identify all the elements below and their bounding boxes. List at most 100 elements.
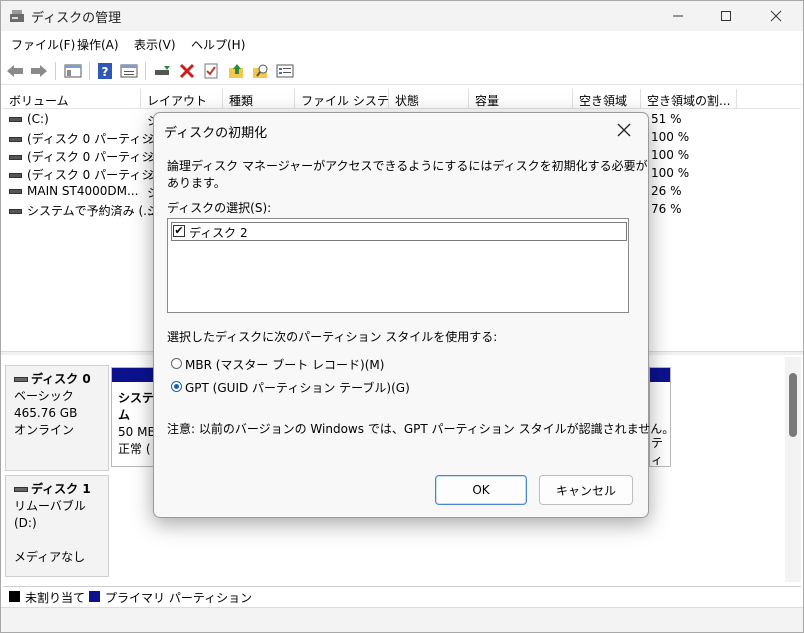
- forward-arrow-icon: [31, 65, 47, 77]
- disk-1-label[interactable]: ディスク 1 リムーバブル (D:) メディアなし: [5, 475, 109, 577]
- toolbar: ?: [1, 57, 803, 85]
- mbr-radio[interactable]: [171, 358, 182, 369]
- gpt-label: GPT (GUID パーティション テーブル)(G): [185, 381, 410, 395]
- volume-name: システムで予約済み (...: [9, 202, 155, 219]
- close-window-button[interactable]: [753, 1, 799, 31]
- open-folder-button[interactable]: [227, 61, 247, 81]
- scrollbar-thumb[interactable]: [789, 373, 797, 437]
- menu-file[interactable]: ファイル(F): [11, 36, 75, 53]
- dialog-close-button[interactable]: [610, 118, 638, 142]
- console-list-icon: [276, 64, 294, 78]
- forward-button[interactable]: [29, 61, 49, 81]
- menu-action[interactable]: 操作(A): [77, 36, 119, 53]
- status-bar: [1, 607, 803, 632]
- disk-0-type: ベーシック: [14, 389, 74, 403]
- partition-header-bar: [650, 368, 670, 382]
- disk-item-label: ディスク 2: [189, 226, 248, 240]
- help-book-icon: ?: [98, 63, 112, 79]
- close-icon: [617, 123, 631, 137]
- disk-select-list[interactable]: ✔ ディスク 2: [167, 218, 629, 313]
- volume-free-percent: 100 %: [651, 148, 690, 162]
- initialize-disk-dialog: ディスクの初期化 論理ディスク マネージャーがアクセスできるようにするにはディス…: [153, 112, 674, 518]
- cancel-button[interactable]: キャンセル: [539, 475, 633, 505]
- legend-unallocated-swatch: [9, 591, 20, 602]
- disk-0-partition-right[interactable]: ティ: [649, 367, 671, 467]
- dialog-message: 論理ディスク マネージャーがアクセスできるようにするにはディスクを初期化する必要…: [167, 159, 648, 190]
- disk-list-item[interactable]: ✔ ディスク 2: [171, 222, 627, 241]
- disk-0-label[interactable]: ディスク 0 ベーシック 465.76 GB オンライン: [5, 365, 109, 471]
- disk-0-name: ディスク 0: [31, 372, 91, 386]
- menu-help[interactable]: ヘルプ(H): [191, 36, 245, 53]
- disk-select-label: ディスクの選択(S):: [167, 201, 272, 215]
- disk-1-type: リムーバブル (D:): [14, 499, 86, 530]
- disk-1-status: メディアなし: [14, 550, 86, 564]
- column-header-free-space[interactable]: 空き領域: [573, 89, 641, 109]
- volume-free-percent: 100 %: [651, 166, 690, 180]
- disk-0-system-partition[interactable]: システム 50 MB 正常 (: [111, 367, 159, 467]
- menu-view[interactable]: 表示(V): [134, 36, 176, 53]
- toolbar-separator: [89, 62, 90, 80]
- gpt-radio[interactable]: [171, 381, 182, 392]
- dialog-title: ディスクの初期化: [164, 126, 268, 141]
- delete-button[interactable]: [177, 61, 197, 81]
- volume-name-text: (C:): [27, 112, 49, 126]
- partition-status: 正常 (: [118, 442, 151, 456]
- ok-button[interactable]: OK: [435, 475, 527, 505]
- disk-checkbox[interactable]: ✔: [173, 225, 185, 237]
- title-bar: ディスクの管理: [1, 1, 803, 31]
- legend-primary-swatch: [89, 591, 100, 602]
- back-arrow-icon: [7, 65, 23, 77]
- column-header-status[interactable]: 状態: [389, 89, 469, 109]
- toolbar-separator: [55, 62, 56, 80]
- console-view-button[interactable]: [275, 61, 295, 81]
- volume-drive-icon: [9, 117, 22, 122]
- dialog-note: 注意: 以前のバージョンの Windows では、GPT パーティション スタイ…: [167, 422, 675, 436]
- properties-window-icon: [120, 64, 138, 78]
- volume-drive-icon: [9, 155, 22, 160]
- svg-text:?: ?: [102, 65, 109, 79]
- close-icon: [770, 10, 782, 22]
- search-folder-button[interactable]: [251, 61, 271, 81]
- partition-name: システム: [118, 391, 155, 422]
- toolbar-separator: [145, 62, 146, 80]
- volume-drive-icon: [9, 189, 22, 194]
- volume-name: MAIN ST4000DM...: [9, 184, 138, 198]
- disk-map-scrollbar[interactable]: [785, 357, 801, 582]
- volume-name-text: システムで予約済み (...: [27, 204, 155, 218]
- volume-free-percent: 51 %: [651, 112, 682, 126]
- folder-search-icon: [253, 64, 268, 78]
- volume-name: (C:): [9, 112, 49, 126]
- back-button[interactable]: [5, 61, 25, 81]
- disk-management-app-icon: [10, 10, 24, 22]
- folder-up-icon: [229, 64, 243, 78]
- column-header-layout[interactable]: レイアウト: [141, 89, 223, 109]
- connect-disk-button[interactable]: [153, 61, 173, 81]
- column-header-filesystem[interactable]: ファイル システム: [295, 89, 389, 109]
- legend-unallocated: 未割り当て: [25, 591, 86, 605]
- volume-drive-icon: [9, 173, 22, 178]
- column-header-volume[interactable]: ボリューム: [3, 89, 141, 109]
- console-tree-icon: [64, 64, 82, 78]
- mbr-label: MBR (マスター ブート レコード)(M): [185, 358, 385, 372]
- column-header-capacity[interactable]: 容量: [469, 89, 573, 109]
- volume-free-percent: 26 %: [651, 184, 682, 198]
- column-header-free-percent[interactable]: 空き領域の割...: [641, 89, 737, 109]
- show-hide-console-tree-button[interactable]: [63, 61, 83, 81]
- disk-0-status: オンライン: [14, 423, 75, 437]
- volume-drive-icon: [9, 209, 22, 214]
- disk-drive-icon: [14, 487, 28, 492]
- minimize-icon: [673, 15, 683, 17]
- delete-x-icon: [179, 63, 195, 79]
- partition-size: 50 MB: [118, 425, 156, 439]
- partition-style-label: 選択したディスクに次のパーティション スタイルを使用する:: [167, 330, 498, 344]
- checklist-button[interactable]: [201, 61, 221, 81]
- maximize-button[interactable]: [703, 1, 749, 31]
- volume-free-percent: 100 %: [651, 130, 690, 144]
- maximize-icon: [721, 11, 731, 21]
- disk-1-name: ディスク 1: [31, 482, 91, 496]
- minimize-button[interactable]: [655, 1, 701, 31]
- help-button[interactable]: ?: [95, 61, 115, 81]
- menu-bar: ファイル(F) 操作(A) 表示(V) ヘルプ(H): [1, 33, 803, 55]
- properties-button[interactable]: [119, 61, 139, 81]
- column-header-type[interactable]: 種類: [223, 89, 295, 109]
